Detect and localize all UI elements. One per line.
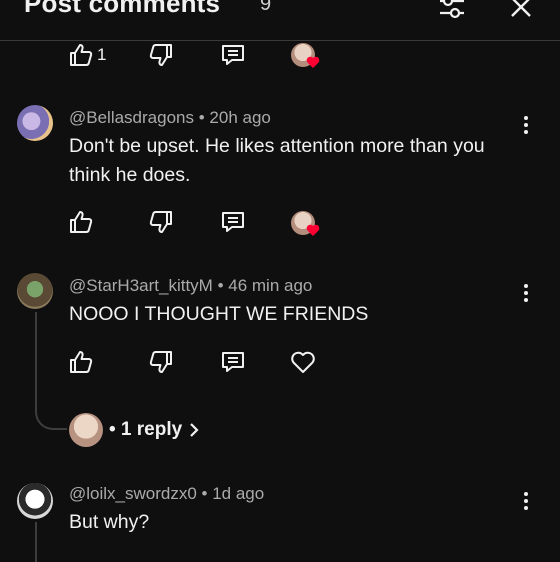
comment-author[interactable]: @loilx_swordzx0 (69, 484, 197, 503)
thumbs-down-icon (149, 44, 172, 66)
like-count: 1 (97, 45, 107, 64)
comment-author[interactable]: @Bellasdragons (69, 108, 194, 127)
close-icon (511, 0, 531, 17)
view-replies-button[interactable]: • 1 reply (109, 419, 200, 441)
comment-time: • 1d ago (201, 484, 265, 503)
like-button[interactable] (67, 348, 95, 376)
comment-time: • 46 min ago (217, 276, 313, 295)
like-button[interactable] (67, 208, 95, 236)
sliders-icon (440, 0, 464, 19)
reply-comment-icon (222, 45, 244, 65)
thumbs-down-icon (149, 211, 172, 233)
comment-meta: @loilx_swordzx0 • 1d ago (69, 484, 264, 504)
heart-icon (306, 56, 320, 68)
reply-button[interactable] (219, 348, 247, 376)
avatar[interactable] (17, 105, 53, 141)
chevron-right-icon (190, 423, 199, 437)
thumbs-down-icon (149, 351, 172, 373)
comment-meta: @StarH3art_kittyM • 46 min ago (69, 276, 312, 296)
more-options-button[interactable] (522, 282, 530, 306)
comment-text: But why? (69, 511, 150, 533)
panel-title: Post comments (24, 0, 221, 18)
heart-button[interactable] (289, 348, 317, 376)
dislike-button[interactable] (147, 348, 175, 376)
dislike-button[interactable] (147, 41, 175, 69)
close-button[interactable] (506, 0, 536, 22)
thread-curve (35, 398, 67, 430)
reply-button[interactable] (219, 41, 247, 69)
comment-text: NOOO I THOUGHT WE FRIENDS (69, 303, 369, 325)
thread-line (35, 312, 37, 398)
thumbs-up-icon (70, 211, 93, 233)
reply-comment-icon (222, 212, 244, 232)
avatar[interactable] (17, 483, 53, 519)
more-options-button[interactable] (522, 114, 530, 138)
reply-button[interactable] (219, 208, 247, 236)
sort-filter-button[interactable] (437, 0, 467, 22)
heart-icon (306, 224, 320, 236)
comment-text: Don't be upset. He likes attention more … (69, 135, 485, 186)
comment-author[interactable]: @StarH3art_kittyM (69, 276, 213, 295)
like-button[interactable] (67, 41, 95, 69)
heart-outline-icon (291, 351, 315, 373)
dislike-button[interactable] (147, 208, 175, 236)
panel-header: Post comments 9 (0, 0, 560, 41)
reply-avatar (69, 413, 103, 447)
replies-label: • 1 reply (109, 419, 183, 440)
more-options-button[interactable] (522, 490, 530, 514)
comment-count: 9 (260, 0, 272, 15)
thumbs-up-icon (70, 351, 93, 373)
avatar[interactable] (17, 273, 53, 309)
thread-line (35, 522, 37, 562)
reply-comment-icon (222, 352, 244, 372)
thumbs-up-icon (70, 44, 93, 66)
comment-meta: @Bellasdragons • 20h ago (69, 108, 271, 128)
comment-time: • 20h ago (198, 108, 271, 127)
